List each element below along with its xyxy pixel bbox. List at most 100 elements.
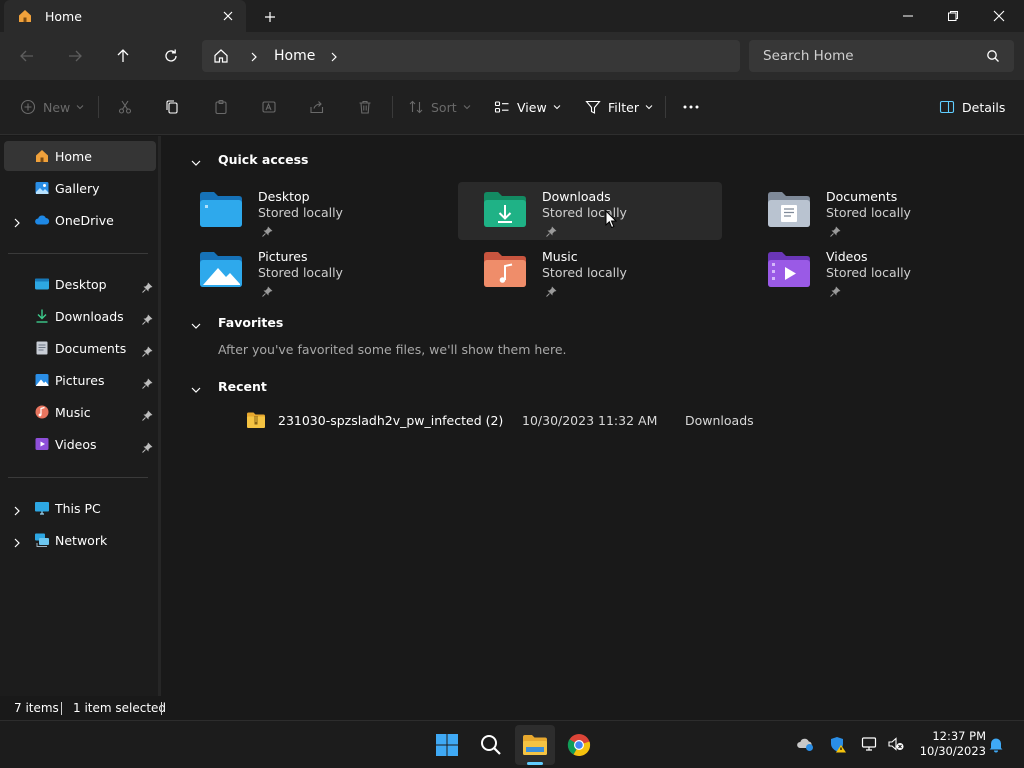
clock[interactable]: 12:37 PM 10/30/2023 bbox=[914, 729, 986, 759]
paste-button[interactable] bbox=[213, 95, 229, 119]
sidebar-item-network[interactable]: Network bbox=[4, 525, 156, 555]
more-options-button[interactable] bbox=[682, 95, 700, 119]
plus-circle-icon bbox=[20, 99, 36, 115]
restore-icon bbox=[948, 11, 958, 21]
search-input[interactable]: Search Home bbox=[749, 40, 1014, 72]
taskbar-search-button[interactable] bbox=[471, 725, 511, 765]
quick-access-downloads[interactable]: Downloads Stored locally bbox=[458, 182, 722, 240]
chevron-down-icon[interactable] bbox=[190, 317, 202, 336]
share-button[interactable] bbox=[309, 95, 325, 119]
new-tab-button[interactable] bbox=[259, 6, 281, 28]
tile-status: Stored locally bbox=[826, 265, 911, 280]
bell-icon[interactable] bbox=[988, 736, 1004, 757]
pin-icon[interactable] bbox=[142, 374, 153, 393]
downloads-icon bbox=[34, 308, 50, 328]
sidebar-item-onedrive[interactable]: OneDrive bbox=[4, 205, 156, 235]
quick-access-documents[interactable]: Documents Stored locally bbox=[742, 182, 1006, 240]
divider bbox=[392, 96, 393, 118]
pin-icon[interactable] bbox=[142, 406, 153, 425]
chevron-right-icon[interactable] bbox=[12, 502, 22, 521]
favorites-header[interactable]: Favorites bbox=[161, 313, 461, 333]
taskbar-chrome[interactable] bbox=[559, 725, 599, 765]
address-bar[interactable]: Home bbox=[202, 40, 740, 72]
search-icon[interactable] bbox=[986, 48, 1000, 67]
maximize-button[interactable] bbox=[930, 0, 976, 32]
search-placeholder: Search Home bbox=[763, 48, 854, 64]
sidebar-item-this-pc[interactable]: This PC bbox=[4, 493, 156, 523]
quick-access-music[interactable]: Music Stored locally bbox=[458, 242, 722, 300]
clock-time: 12:37 PM bbox=[932, 729, 986, 743]
cut-button[interactable] bbox=[117, 95, 133, 119]
sort-label: Sort bbox=[431, 99, 457, 115]
desktop-folder-icon bbox=[34, 276, 50, 296]
tab-close-icon[interactable] bbox=[218, 6, 238, 26]
delete-button[interactable] bbox=[357, 95, 373, 119]
sidebar-item-music[interactable]: Music bbox=[4, 397, 156, 427]
quick-access-header[interactable]: Quick access bbox=[161, 150, 461, 170]
pin-icon bbox=[546, 222, 557, 241]
tile-name: Desktop bbox=[258, 189, 310, 204]
pin-icon bbox=[830, 282, 841, 301]
onedrive-icon[interactable] bbox=[796, 736, 814, 756]
sidebar-item-pictures[interactable]: Pictures bbox=[4, 365, 156, 395]
sidebar-item-desktop[interactable]: Desktop bbox=[4, 269, 156, 299]
clipboard-icon bbox=[215, 99, 227, 115]
recent-header[interactable]: Recent bbox=[161, 377, 461, 397]
sidebar-item-documents[interactable]: Documents bbox=[4, 333, 156, 363]
home-icon[interactable] bbox=[213, 48, 229, 68]
minimize-button[interactable] bbox=[885, 0, 931, 32]
chevron-down-icon[interactable] bbox=[190, 154, 202, 173]
home-icon bbox=[34, 148, 50, 168]
breadcrumb-home[interactable]: Home bbox=[274, 48, 315, 64]
pin-icon[interactable] bbox=[142, 310, 153, 329]
sidebar-item-downloads[interactable]: Downloads bbox=[4, 301, 156, 331]
rename-button[interactable] bbox=[261, 95, 277, 119]
quick-access-videos[interactable]: Videos Stored locally bbox=[742, 242, 1006, 300]
recent-file-row[interactable]: 231030-spzsladh2v_pw_infected (2) 10/30/… bbox=[241, 408, 801, 432]
quick-access-pictures[interactable]: Pictures Stored locally bbox=[174, 242, 438, 300]
refresh-button[interactable] bbox=[155, 42, 187, 70]
pin-icon[interactable] bbox=[142, 278, 153, 297]
status-divider bbox=[61, 702, 62, 715]
start-button[interactable] bbox=[427, 725, 467, 765]
pin-icon bbox=[262, 282, 273, 301]
back-button[interactable] bbox=[11, 42, 43, 70]
chevron-down-icon[interactable] bbox=[190, 381, 202, 400]
tile-name: Downloads bbox=[542, 189, 611, 204]
sidebar-item-home[interactable]: Home bbox=[4, 141, 156, 171]
view-button[interactable]: View bbox=[494, 95, 561, 119]
minimize-icon bbox=[903, 15, 913, 17]
sidebar-item-label: Videos bbox=[55, 437, 97, 452]
tab-home[interactable]: Home bbox=[4, 0, 246, 32]
computer-icon bbox=[34, 500, 50, 520]
pin-icon[interactable] bbox=[142, 342, 153, 361]
new-button[interactable]: New bbox=[20, 95, 84, 119]
network-icon[interactable] bbox=[861, 736, 879, 756]
filter-button[interactable]: Filter bbox=[585, 95, 653, 119]
chevron-down-icon bbox=[553, 105, 561, 110]
chevron-right-icon[interactable] bbox=[12, 214, 22, 233]
clock-date: 10/30/2023 bbox=[919, 744, 986, 758]
copy-button[interactable] bbox=[164, 95, 180, 119]
sidebar-item-gallery[interactable]: Gallery bbox=[4, 173, 156, 203]
status-divider bbox=[161, 702, 162, 715]
rename-icon bbox=[262, 101, 276, 113]
pin-icon[interactable] bbox=[142, 438, 153, 457]
sidebar-item-videos[interactable]: Videos bbox=[4, 429, 156, 459]
volume-muted-icon[interactable] bbox=[887, 736, 905, 756]
tile-status: Stored locally bbox=[258, 265, 343, 280]
sort-button[interactable]: Sort bbox=[408, 95, 471, 119]
up-button[interactable] bbox=[107, 42, 139, 70]
close-window-button[interactable] bbox=[976, 0, 1022, 32]
forward-button[interactable] bbox=[59, 42, 91, 70]
details-button[interactable]: Details bbox=[939, 95, 1005, 119]
defender-icon[interactable] bbox=[829, 736, 847, 757]
taskbar-file-explorer[interactable] bbox=[515, 725, 555, 765]
navigation-pane: Home Gallery OneDrive Desktop Downloads … bbox=[0, 136, 158, 696]
chevron-right-icon[interactable] bbox=[248, 49, 260, 68]
chevron-right-icon[interactable] bbox=[12, 534, 22, 553]
quick-access-desktop[interactable]: Desktop Stored locally bbox=[174, 182, 438, 240]
sidebar-item-label: This PC bbox=[55, 501, 101, 516]
chevron-right-icon[interactable] bbox=[328, 49, 340, 68]
trash-icon bbox=[359, 100, 371, 114]
